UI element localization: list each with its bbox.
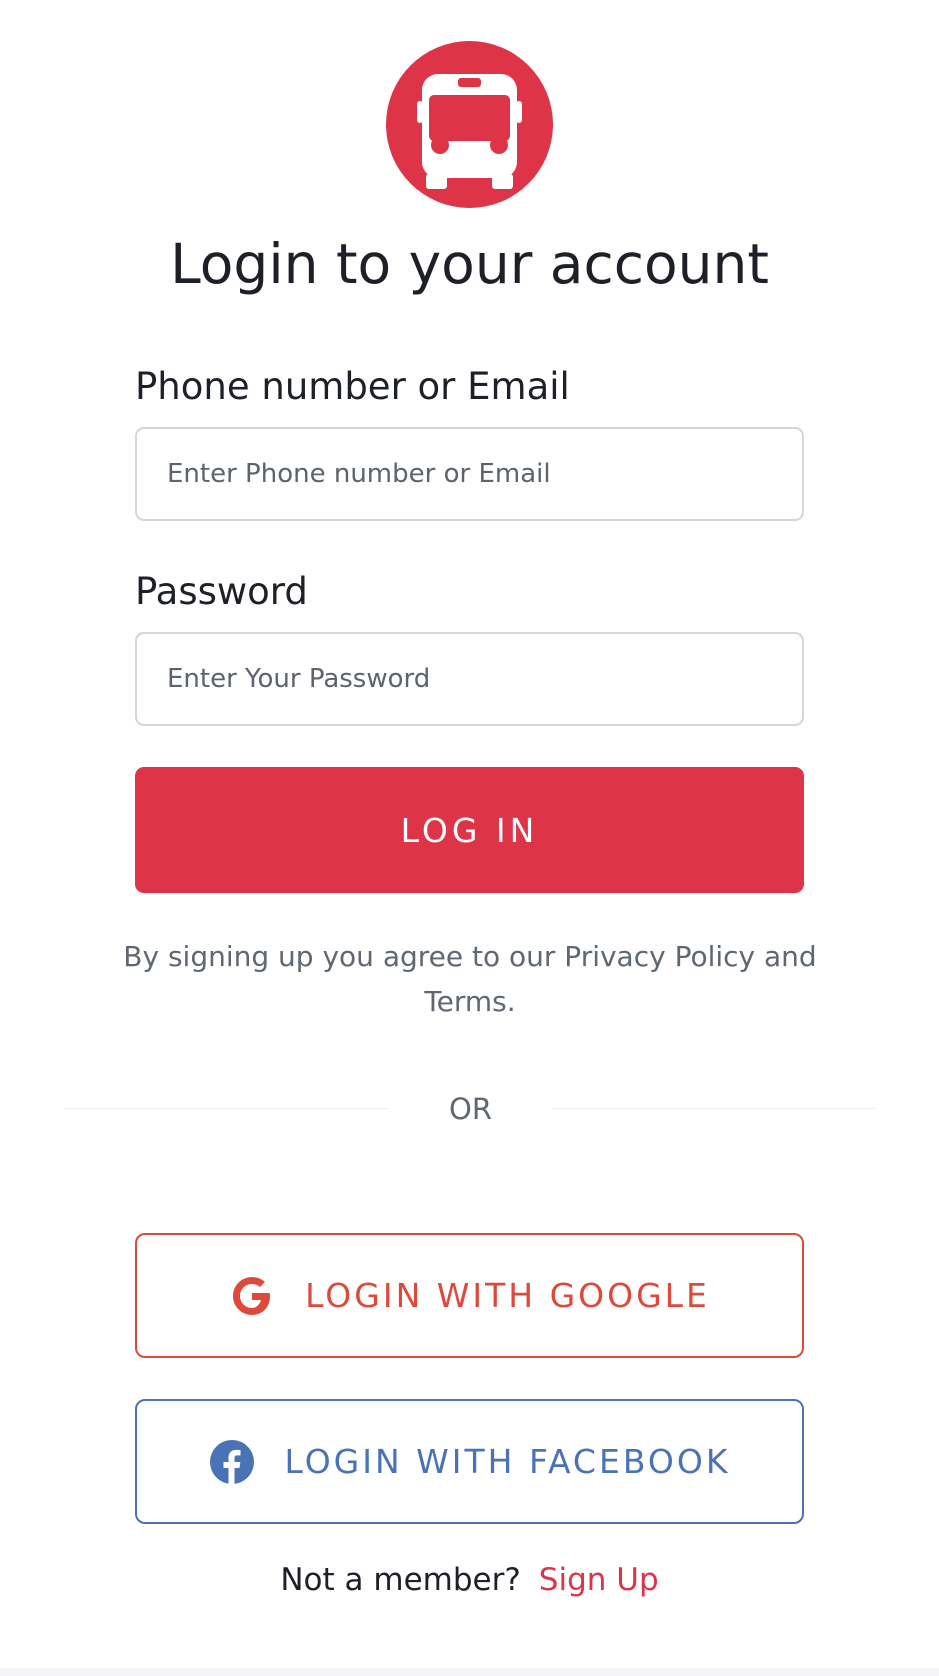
google-icon: [229, 1273, 275, 1319]
sign-up-link[interactable]: Sign Up: [539, 1562, 659, 1598]
facebook-icon: [209, 1439, 255, 1485]
divider-line-right: [552, 1108, 876, 1109]
or-divider-label: OR: [449, 1092, 492, 1126]
not-a-member-text: Not a member?: [280, 1562, 521, 1598]
login-button[interactable]: LOG IN: [135, 767, 804, 893]
app-logo: [386, 41, 553, 208]
bottom-strip: [0, 1668, 939, 1676]
facebook-button-label: LOGIN WITH FACEBOOK: [284, 1442, 731, 1481]
password-input[interactable]: [135, 632, 804, 726]
page-title: Login to your account: [170, 232, 769, 296]
login-with-google-button[interactable]: LOGIN WITH GOOGLE: [135, 1233, 804, 1358]
password-label: Password: [135, 570, 308, 613]
google-button-label: LOGIN WITH GOOGLE: [305, 1276, 710, 1315]
phone-email-label: Phone number or Email: [135, 365, 570, 408]
login-with-facebook-button[interactable]: LOGIN WITH FACEBOOK: [135, 1399, 804, 1524]
phone-email-input[interactable]: [135, 427, 804, 521]
terms-text: By signing up you agree to our Privacy P…: [123, 940, 817, 1018]
login-page: Login to your account Phone number or Em…: [0, 0, 939, 1676]
bus-icon: [417, 74, 522, 189]
divider-line-left: [64, 1108, 389, 1109]
signup-prompt: Not a member? Sign Up: [0, 1557, 939, 1603]
